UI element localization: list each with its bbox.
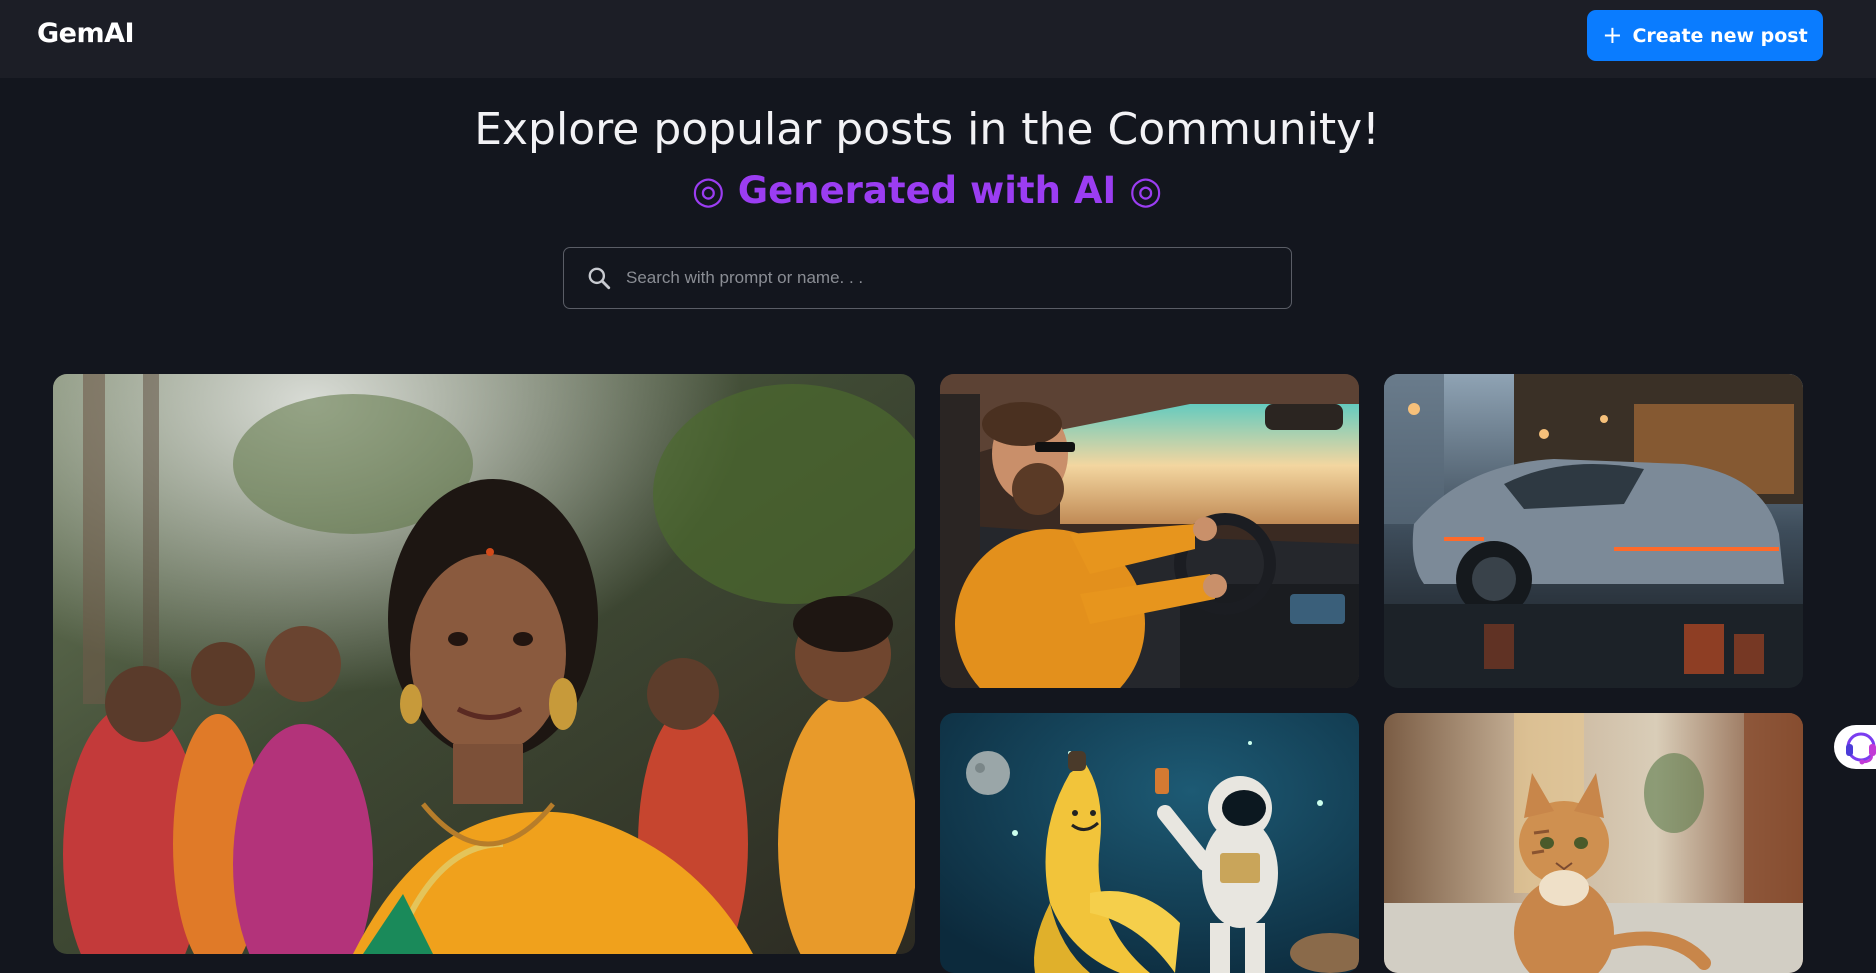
ring-icon: ◎ bbox=[1129, 168, 1163, 212]
search-icon bbox=[588, 267, 611, 290]
post-image bbox=[940, 374, 1359, 688]
post-image bbox=[940, 713, 1359, 973]
logo[interactable]: GemAI bbox=[37, 18, 135, 49]
post-card-banana-astronaut[interactable] bbox=[940, 713, 1359, 973]
post-card-woman-saree[interactable] bbox=[53, 374, 915, 954]
create-new-post-label: Create new post bbox=[1632, 24, 1808, 47]
post-image bbox=[1384, 713, 1803, 973]
page-title: Explore popular posts in the Community! bbox=[474, 104, 1380, 155]
post-card-futuristic-car[interactable] bbox=[1384, 374, 1803, 688]
page-subtitle: ◎ Generated with AI ◎ bbox=[0, 168, 1854, 212]
create-new-post-button[interactable]: + Create new post bbox=[1587, 10, 1823, 61]
search-bar[interactable] bbox=[563, 247, 1292, 309]
post-image bbox=[1384, 374, 1803, 688]
ring-icon: ◎ bbox=[691, 168, 725, 212]
headset-icon bbox=[1846, 732, 1876, 765]
page-subtitle-text: Generated with AI bbox=[737, 169, 1117, 212]
post-card-man-driving[interactable] bbox=[940, 374, 1359, 688]
post-card-tabby-cat[interactable] bbox=[1384, 713, 1803, 973]
plus-icon: + bbox=[1602, 20, 1623, 49]
support-chat-button[interactable] bbox=[1834, 725, 1876, 769]
post-image bbox=[53, 374, 915, 954]
top-navbar: GemAI + Create new post bbox=[0, 0, 1876, 78]
search-input[interactable] bbox=[624, 258, 1291, 298]
